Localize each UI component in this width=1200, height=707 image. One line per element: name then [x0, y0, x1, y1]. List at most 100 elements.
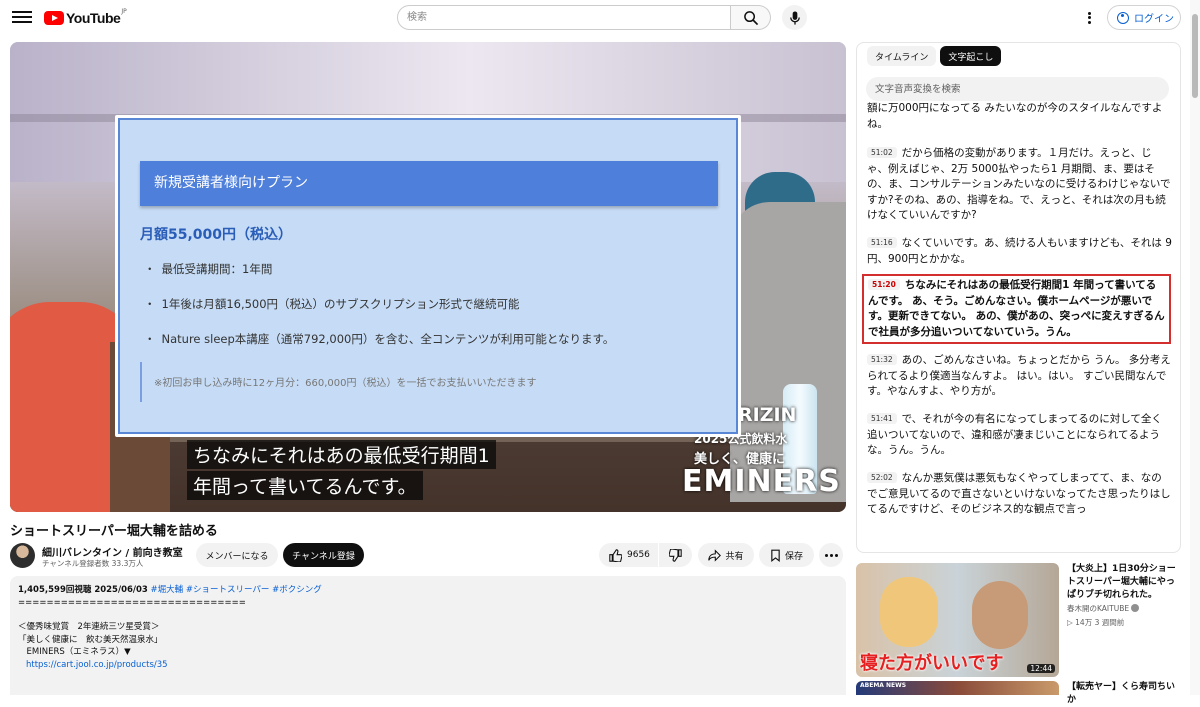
voice-search-button[interactable]: [782, 5, 807, 30]
description-line: EMINERS（エミネラス）▼: [18, 647, 131, 657]
logo-region: JP: [121, 7, 127, 15]
tab-transcript[interactable]: 文字起こし: [940, 46, 1002, 66]
like-button[interactable]: 9656: [599, 543, 658, 567]
transcript-segment[interactable]: 51:41 で、それが今の有名になってしまってるのに対して全く追いついてないので、…: [867, 412, 1172, 459]
search-button[interactable]: [731, 5, 771, 30]
plan-overlay: 新規受講者様向けプラン 月額55,000円（税込） 最低受講期間：1年間 1年後…: [115, 115, 741, 437]
recommended-title[interactable]: 【大炎上】1日30分ショートスリーパー堀大輔にやっぱりブチ切れられた。: [1067, 563, 1183, 602]
hashtag[interactable]: #ボクシング: [272, 585, 322, 595]
share-button[interactable]: 共有: [698, 543, 754, 567]
recommended-channel[interactable]: 春木開のKAITUBE: [1067, 603, 1140, 614]
segment-timestamp: 51:02: [867, 147, 897, 158]
microphone-icon: [789, 10, 800, 25]
save-label: 保存: [784, 551, 803, 562]
thumbs-down-icon: [669, 548, 682, 562]
transcript-panel: タイムライン 文字起こし 額に万000円になってる みたいなのが今のスタイルなん…: [856, 42, 1181, 553]
plan-bullet: Nature sleep本講座（通常792,000円）を含む、全コンテンツが利用…: [144, 331, 615, 347]
plan-note: ※初回お申し込み時に12ヶ月分：660,000円（税込）を一括でお支払いいただき…: [140, 362, 718, 402]
thumbnail-text: ABEMA NEWS: [860, 682, 907, 689]
transcript-segment-partial[interactable]: 額に万000円になってる みたいなのが今のスタイルなんですよね。: [867, 101, 1172, 132]
brand-rizin: RIZIN: [738, 404, 797, 426]
dislike-button[interactable]: [659, 543, 692, 567]
save-button[interactable]: 保存: [759, 543, 814, 567]
plan-price: 月額55,000円（税込）: [140, 227, 293, 243]
video-thumbnail[interactable]: 寝た方がいいです 12:44: [856, 563, 1059, 677]
description-box[interactable]: 1,405,599回視聴 2025/06/03 #堀大輔 #ショートスリーパー …: [10, 576, 846, 695]
page-scrollbar[interactable]: [1190, 0, 1200, 695]
segment-text: で、それが今の有名になってしまってるのに対して全く追いついてないので、違和感が凄…: [867, 413, 1162, 456]
transcript-segment[interactable]: 52:02 なんか悪気僕は悪気もなくやってしまってて、ま、なのでご意見いてるので直…: [867, 471, 1172, 518]
segment-text: なくていいです。あ、続ける人もいますけども、それは 9円、900円とかかな。: [867, 237, 1172, 265]
views-date: 1,405,599回視聴 2025/06/03: [18, 585, 148, 595]
transcript-segment[interactable]: 51:32 あの、ごめんなさいね。ちょっとだから うん。 多分考えられてるより僕適…: [867, 353, 1172, 400]
description-line: 「美しく健康に 飲む美天然温泉水」: [18, 634, 163, 645]
more-actions-button[interactable]: [819, 543, 843, 567]
hashtag[interactable]: #堀大輔: [151, 585, 184, 595]
transcript-tabs: タイムライン 文字起こし: [867, 46, 1002, 66]
description-line: ＜優秀味覚賞 2年連続三ツ星受賞＞: [18, 622, 160, 632]
top-bar: YouTube JP ログイン: [0, 0, 1200, 36]
description-link[interactable]: https://cart.jool.co.jp/products/35: [18, 659, 838, 672]
like-count: 9656: [627, 550, 650, 560]
channel-name[interactable]: 細川バレンタイン / 前向き教室: [42, 544, 183, 559]
segment-timestamp: 51:41: [867, 413, 897, 424]
login-button[interactable]: ログイン: [1107, 5, 1181, 30]
share-label: 共有: [725, 551, 744, 562]
caption-line: ちなみにそれはあの最低受行期間1: [187, 440, 496, 469]
plan-overlay-inner: 新規受講者様向けプラン 月額55,000円（税込） 最低受講期間：1年間 1年後…: [118, 118, 738, 434]
description-separator: ================================: [18, 597, 246, 608]
youtube-logo[interactable]: YouTube JP: [44, 7, 127, 27]
scrollbar-thumb[interactable]: [1192, 14, 1198, 98]
join-button[interactable]: メンバーになる: [196, 543, 278, 567]
share-icon: [708, 548, 722, 562]
recommended-video[interactable]: ABEMA NEWS 【転売ヤー】くら寿司ちいか: [856, 681, 1190, 705]
recommended-title[interactable]: 【転売ヤー】くら寿司ちいか: [1067, 681, 1183, 707]
logo-text: YouTube: [66, 10, 121, 26]
recommended-channel-name: 春木開のKAITUBE: [1067, 604, 1130, 613]
segment-timestamp: 52:02: [867, 472, 897, 483]
video-player[interactable]: RIZIN 2025公式飲料水 美しく、健康に EMINERS 新規受講者様向け…: [10, 42, 846, 512]
search-icon: [743, 10, 758, 25]
plan-header: 新規受講者様向けプラン: [140, 161, 718, 206]
transcript-segment[interactable]: 51:16 なくていいです。あ、続ける人もいますけども、それは 9円、900円とか…: [867, 236, 1172, 267]
user-icon: [1117, 11, 1129, 24]
caption-line: 年間って書いてるんです。: [187, 471, 423, 500]
search-input[interactable]: [397, 5, 731, 30]
segment-text: だから価格の変動があります。１月だけ。えっと、じゃ、例えばじゃ、2万 5000払…: [867, 147, 1171, 221]
segment-text: あの、ごめんなさいね。ちょっとだから うん。 多分考えられてるより僕適当なんすよ…: [867, 354, 1171, 397]
hashtag[interactable]: #ショートスリーパー: [186, 585, 270, 595]
thumbnail-person-left: [880, 577, 938, 647]
video-title: ショートスリーパー堀大輔を詰める: [10, 524, 218, 539]
segment-text: なんか悪気僕は悪気もなくやってしまってて、ま、なのでご意見いてるので直さないとい…: [867, 472, 1171, 515]
segment-text: ちなみにそれはあの最低受行期間1 年間って書いてるんです。 あ、そう。ごめんなさ…: [868, 279, 1165, 338]
transcript-search-input[interactable]: [866, 77, 1169, 101]
menu-icon[interactable]: [12, 8, 32, 28]
thumbnail-text: 寝た方がいいです: [860, 653, 1004, 674]
plan-bullet: 1年後は月額16,500円（税込）のサブスクリプション形式で継続可能: [144, 296, 520, 312]
segment-timestamp: 51:32: [867, 354, 897, 365]
thumbnail-person-right: [972, 581, 1028, 649]
transcript-segment[interactable]: 51:02 だから価格の変動があります。１月だけ。えっと、じゃ、例えばじゃ、2万 …: [867, 146, 1172, 224]
recommended-meta: ▷ 14万 3 週間前: [1067, 618, 1125, 627]
tab-timeline[interactable]: タイムライン: [867, 46, 937, 66]
youtube-play-icon: [44, 11, 64, 25]
video-duration: 12:44: [1027, 664, 1055, 673]
transcript-segment-active[interactable]: 51:20 ちなみにそれはあの最低受行期間1 年間って書いてるんです。 あ、そう。…: [862, 274, 1171, 344]
thumbs-up-icon: [609, 548, 622, 562]
recommended-meta-text: 14万 3 週間前: [1075, 618, 1125, 627]
recommended-video[interactable]: 寝た方がいいです 12:44 【大炎上】1日30分ショートスリーパー堀大輔にやっ…: [856, 563, 1190, 677]
plan-bullet: 最低受講期間：1年間: [144, 261, 273, 277]
channel-avatar[interactable]: [10, 543, 35, 568]
subscriber-count: チャンネル登録者数 33.3万人: [42, 559, 144, 568]
settings-more-icon[interactable]: [1084, 10, 1094, 26]
bookmark-icon: [771, 549, 780, 562]
brand-name: EMINERS: [682, 464, 841, 499]
login-label: ログイン: [1134, 14, 1174, 25]
description-meta-line: 1,405,599回視聴 2025/06/03 #堀大輔 #ショートスリーパー …: [18, 584, 838, 597]
video-thumbnail[interactable]: ABEMA NEWS: [856, 681, 1059, 695]
segment-timestamp: 51:16: [867, 237, 897, 248]
segment-timestamp: 51:20: [868, 279, 900, 290]
subscribe-button[interactable]: チャンネル登録: [283, 543, 364, 567]
verified-icon: [1131, 604, 1140, 612]
